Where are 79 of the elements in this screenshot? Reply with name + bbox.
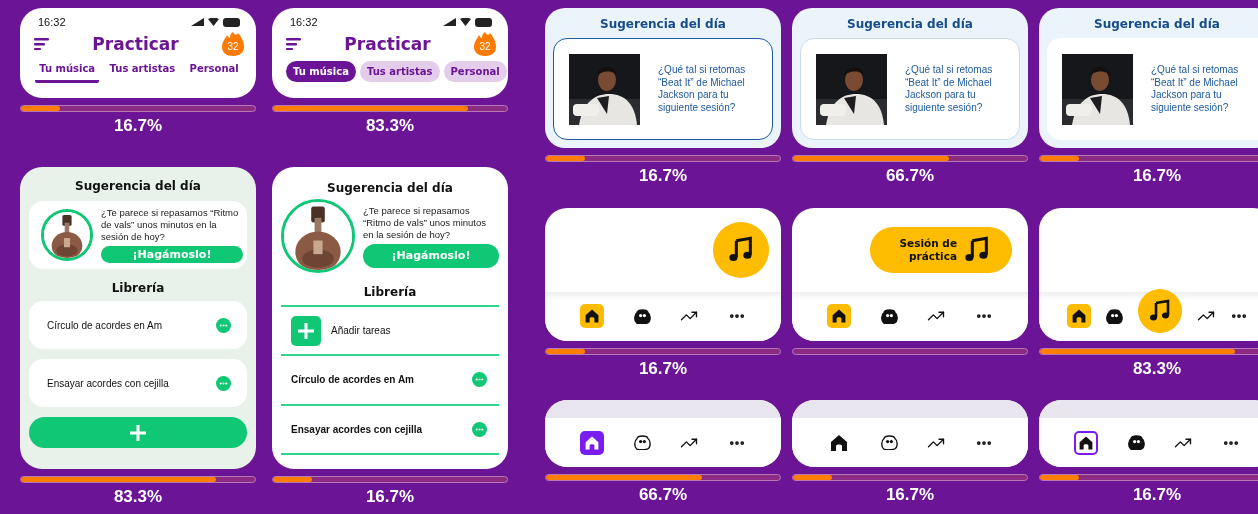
tab[interactable]: Tu música — [35, 61, 100, 83]
menu-icon[interactable] — [286, 38, 301, 50]
wifi-icon — [208, 18, 219, 26]
vote-percentage: 16.7% — [638, 358, 688, 379]
vote-percentage: 16.7% — [113, 116, 163, 136]
add-label: Añadir tareas — [331, 325, 391, 337]
status-time: 16:32 — [290, 16, 318, 28]
vote-percentage: 16.7% — [1132, 485, 1182, 506]
task-card[interactable]: Ensayar acordes con cejilla — [29, 359, 247, 407]
screen-title: Practicar — [92, 34, 179, 54]
task-title: Círculo de acordes en Am — [47, 319, 163, 331]
battery-icon — [475, 17, 492, 27]
vote-percentage: 16.7% — [365, 487, 415, 507]
task-title: Ensayar acordes con cejilla — [291, 423, 423, 435]
home-icon — [828, 432, 849, 453]
home-tab[interactable] — [1073, 430, 1098, 455]
home-icon — [830, 308, 847, 325]
vote-percentage: 83.3% — [1132, 358, 1182, 379]
creature-icon[interactable] — [1127, 435, 1145, 451]
vote-percentage: 16.7% — [638, 166, 688, 186]
music-note-icon — [1147, 299, 1172, 324]
task-card[interactable]: Círculo de acordes en Am — [29, 301, 247, 349]
section-title: Sugerencia del día — [74, 179, 202, 193]
home-icon — [583, 308, 600, 325]
tab[interactable]: Tus artistas — [105, 61, 180, 83]
music-note-icon — [963, 235, 991, 264]
signal-icon — [443, 18, 456, 26]
section-title: Librería — [110, 281, 166, 295]
vote-percentage: 83.3% — [113, 487, 163, 507]
creature-icon[interactable] — [880, 308, 898, 324]
vote-percentage: 66.7% — [638, 485, 688, 506]
music-note-icon — [727, 235, 755, 264]
section-title: Sugerencia del día — [1093, 17, 1221, 31]
suggestion-card[interactable]: ¿Qué tal si retomas “Beat It” de Michael Jackson para tu siguiente sesión? — [800, 38, 1020, 140]
suggestion-card[interactable]: ¿Qué tal si retomas “Beat It” de Michael Jackson para tu siguiente sesión? — [1047, 38, 1258, 140]
tab[interactable]: Personal — [443, 61, 507, 82]
home-icon — [583, 434, 600, 451]
screen-title: Practicar — [344, 34, 431, 54]
suggestion-card[interactable]: ¿Qué tal si retomas “Beat It” de Michael Jackson para tu siguiente sesión? — [553, 38, 773, 140]
streak-count: 32 — [478, 41, 492, 52]
suggestion-text: ¿Te parece si repasamos “Ritmo de vals” unos minutos en la sesión de hoy? — [363, 204, 488, 241]
home-icon — [1077, 434, 1094, 451]
creature-icon[interactable] — [633, 435, 651, 451]
tab[interactable]: Personal — [185, 61, 243, 83]
creature-icon[interactable] — [633, 308, 651, 324]
suggestion-text: ¿Qué tal si retomas “Beat It” de Michael Jackson para tu siguiente sesión? — [1151, 64, 1240, 114]
tab[interactable]: Tus artistas — [359, 61, 440, 82]
suggestion-text: ¿Qué tal si retomas “Beat It” de Michael Jackson para tu siguiente sesión? — [658, 64, 747, 114]
plus-icon — [128, 422, 148, 443]
home-icon — [1070, 308, 1087, 325]
vote-percentage: 16.7% — [885, 485, 935, 506]
task-title: Ensayar acordes con cejilla — [47, 377, 169, 389]
vote-percentage: 16.7% — [1132, 166, 1182, 186]
menu-icon[interactable] — [34, 38, 49, 50]
section-title: Librería — [362, 285, 418, 299]
tab[interactable]: Tu música — [286, 61, 356, 82]
vote-percentage: 66.7% — [885, 166, 935, 186]
creature-icon[interactable] — [1105, 308, 1123, 324]
plus-icon — [296, 320, 316, 341]
signal-icon — [191, 18, 204, 26]
status-time: 16:32 — [38, 16, 66, 28]
home-tab[interactable] — [579, 430, 604, 455]
creature-icon[interactable] — [880, 435, 898, 451]
vote-percentage: 83.3% — [365, 116, 415, 136]
practice-button[interactable]: Sesión de práctica — [870, 226, 1012, 273]
home-tab[interactable] — [1066, 304, 1091, 329]
section-title: Sugerencia del día — [599, 17, 727, 31]
battery-icon — [223, 17, 240, 27]
home-tab[interactable] — [826, 304, 851, 329]
section-title: Sugerencia del día — [326, 181, 454, 195]
suggestion-text: ¿Te parece si repasamos “Ritmo de vals” unos minutos en la sesión de hoy? — [101, 207, 240, 243]
task-title: Círculo de acordes en Am — [291, 374, 414, 386]
flame-icon — [474, 32, 496, 56]
suggestion-text: ¿Qué tal si retomas “Beat It” de Michael Jackson para tu siguiente sesión? — [905, 64, 994, 114]
wifi-icon — [460, 18, 471, 26]
section-title: Sugerencia del día — [846, 17, 974, 31]
home-tab[interactable] — [579, 304, 604, 329]
streak-count: 32 — [226, 41, 240, 52]
flame-icon — [222, 32, 244, 56]
